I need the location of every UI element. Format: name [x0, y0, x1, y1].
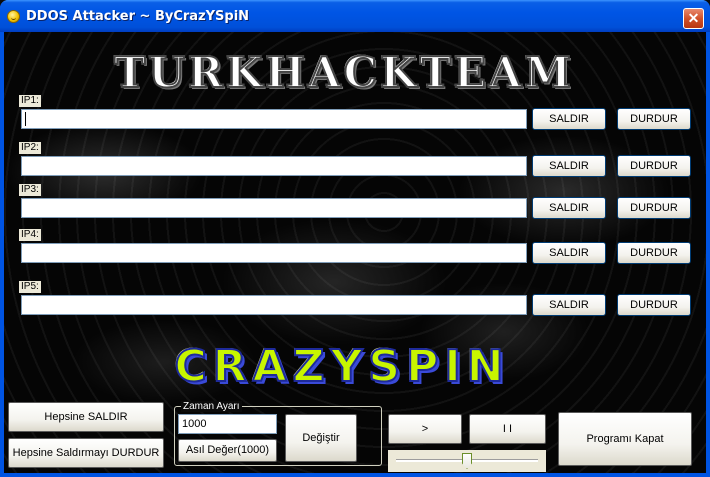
ip3-label: IP3:: [19, 184, 41, 196]
play-button[interactable]: >: [388, 414, 462, 444]
close-program-button[interactable]: Programı Kapat: [558, 412, 692, 466]
crazyspin-logo-text: CRAZYSPIN: [173, 340, 510, 393]
text-caret: [25, 112, 26, 126]
speed-slider[interactable]: [388, 450, 546, 472]
close-button[interactable]: ✕: [683, 8, 704, 29]
ip3-stop-button[interactable]: DURDUR: [617, 197, 691, 219]
app-window: DDOS Attacker ~ ByCrazYSpiN ✕ TURKHACKTE…: [0, 0, 710, 477]
ip2-input[interactable]: [21, 156, 527, 176]
window-title: DDOS Attacker ~ ByCrazYSpiN: [26, 9, 250, 24]
smiley-icon: [7, 10, 20, 23]
reset-default-button[interactable]: Asıl Değer(1000): [178, 439, 277, 462]
ip5-input[interactable]: [21, 295, 527, 315]
ip1-stop-button[interactable]: DURDUR: [617, 108, 691, 130]
ip3-input[interactable]: [21, 198, 527, 218]
ip4-stop-button[interactable]: DURDUR: [617, 242, 691, 264]
crazyspin-logo: CRAZYSPIN: [107, 340, 577, 394]
ip4-attack-button[interactable]: SALDIR: [532, 242, 606, 264]
ip4-label: IP4:: [19, 229, 41, 241]
ip2-label: IP2:: [19, 142, 41, 154]
ip1-input[interactable]: [21, 109, 527, 129]
stop-all-button[interactable]: Hepsine Saldırmayı DURDUR: [8, 438, 164, 468]
ip1-label: IP1:: [19, 95, 41, 107]
pause-button[interactable]: I I: [469, 414, 546, 444]
ip5-stop-button[interactable]: DURDUR: [617, 294, 691, 316]
ip5-attack-button[interactable]: SALDIR: [532, 294, 606, 316]
slider-thumb[interactable]: [462, 453, 472, 469]
timer-legend: Zaman Ayarı: [181, 401, 242, 412]
team-banner-text: TURKHACKTEAM: [113, 47, 574, 98]
ip5-label: IP5:: [19, 281, 41, 293]
team-banner: TURKHACKTEAM: [72, 44, 616, 102]
ip4-input[interactable]: [21, 243, 527, 263]
main-panel: TURKHACKTEAM IP1: SALDIR DURDUR IP2: SAL…: [4, 32, 706, 473]
title-bar[interactable]: DDOS Attacker ~ ByCrazYSpiN ✕: [0, 0, 710, 32]
ip2-stop-button[interactable]: DURDUR: [617, 155, 691, 177]
change-button[interactable]: Değiştir: [285, 414, 357, 462]
ip1-attack-button[interactable]: SALDIR: [532, 108, 606, 130]
ip3-attack-button[interactable]: SALDIR: [532, 197, 606, 219]
timer-input[interactable]: [178, 414, 277, 434]
attack-all-button[interactable]: Hepsine SALDIR: [8, 402, 164, 432]
ip2-attack-button[interactable]: SALDIR: [532, 155, 606, 177]
